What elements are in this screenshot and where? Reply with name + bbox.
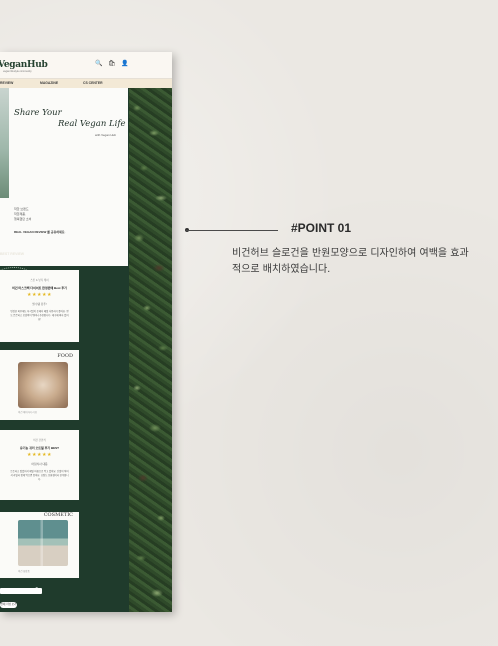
hero-heading-line1: Share Your — [14, 108, 62, 118]
cosmetic-card[interactable]: COSMETIC 비건 화장품 — [0, 512, 79, 578]
leaf-photo-strip — [129, 88, 172, 612]
nav-review[interactable]: REVIEW — [0, 81, 13, 85]
hero-cta-text: REAL VEGAN REVIEW 를 공유하세요. — [14, 230, 66, 234]
hero-heading-line2: Real Vegan Life — [58, 119, 126, 129]
annotation-leader-line — [186, 230, 278, 231]
photo-caption: 비건 베이커리 리뷰 — [18, 411, 37, 414]
review-card[interactable]: 비건 간편식 유기농 귀리 오트밀 후기 BEST ★★★★★ 아침식사 대용 … — [0, 430, 79, 500]
hero-photo — [0, 88, 9, 198]
card-body: 민감한 피부에도 자극없이 순해서 매일 사용하기 좋아요. 향도 은은하고 보… — [10, 310, 69, 321]
section-title: BEST REVIEW — [0, 252, 25, 256]
food-photo — [18, 362, 68, 408]
rating-stars: ★★★★★ — [27, 292, 52, 298]
card-body: 든든하고 맛있어서 매일 아침으로 먹고 있어요. 단맛이 적어서 과일과 함께… — [10, 470, 69, 481]
header-icons[interactable]: 🔍 🛍 👤 — [95, 60, 131, 67]
card-category: 스킨 & 뷰티 케어 — [30, 279, 49, 282]
logo-tagline: vegan lifestyle community — [3, 70, 32, 73]
website-mockup: VeganHub vegan lifestyle community 🔍 🛍 👤… — [0, 52, 172, 612]
all-reviews-button[interactable]: 전체 리뷰 보기 — [0, 602, 17, 608]
annotation-title: #POINT 01 — [291, 221, 352, 235]
card-category-label: FOOD — [57, 353, 73, 359]
annotation-description: 비건허브 슬로건을 반원모양으로 디자인하여 여백을 효과적으로 배치하였습니다… — [232, 248, 469, 275]
card-subtitle: 필수템 강추! — [32, 302, 47, 306]
hero-section: Share Your Real Vegan Life with Vegan Hu… — [0, 88, 128, 266]
hero-small-text: 착한 브랜드 착한제품, 행복했던 소비 — [14, 207, 31, 222]
cosmetic-photo — [18, 520, 68, 566]
main-nav: REVIEW MAGAZINE CS CENTER — [0, 79, 172, 88]
card-category-label: COSMETIC — [43, 512, 73, 518]
nav-cs-center[interactable]: CS CENTER — [83, 81, 103, 85]
site-logo[interactable]: VeganHub — [0, 60, 48, 70]
rating-stars: ★★★★★ — [27, 452, 52, 458]
hero-byline: with Vegan Hub — [95, 133, 117, 137]
nav-magazine[interactable]: MAGAZINE — [40, 81, 58, 85]
card-title: 유기농 귀리 오트밀 후기 BEST — [20, 446, 59, 450]
card-title: 비건 마스크팩 다이어트 한정판매 Best 후기 — [12, 286, 67, 290]
card-subtitle: 아침식사 대용 — [31, 462, 48, 466]
site-header: VeganHub vegan lifestyle community 🔍 🛍 👤 — [0, 52, 172, 79]
food-card[interactable]: FOOD 비건 베이커리 리뷰 — [0, 350, 79, 420]
review-card[interactable]: 스킨 & 뷰티 케어 비건 마스크팩 다이어트 한정판매 Best 후기 ★★★… — [0, 270, 79, 342]
hero-small-line: 행복했던 소비 — [14, 217, 32, 221]
card-category: 비건 간편식 — [33, 439, 46, 442]
search-icon[interactable]: ⌕ — [35, 586, 38, 593]
photo-caption: 비건 화장품 — [18, 570, 30, 573]
